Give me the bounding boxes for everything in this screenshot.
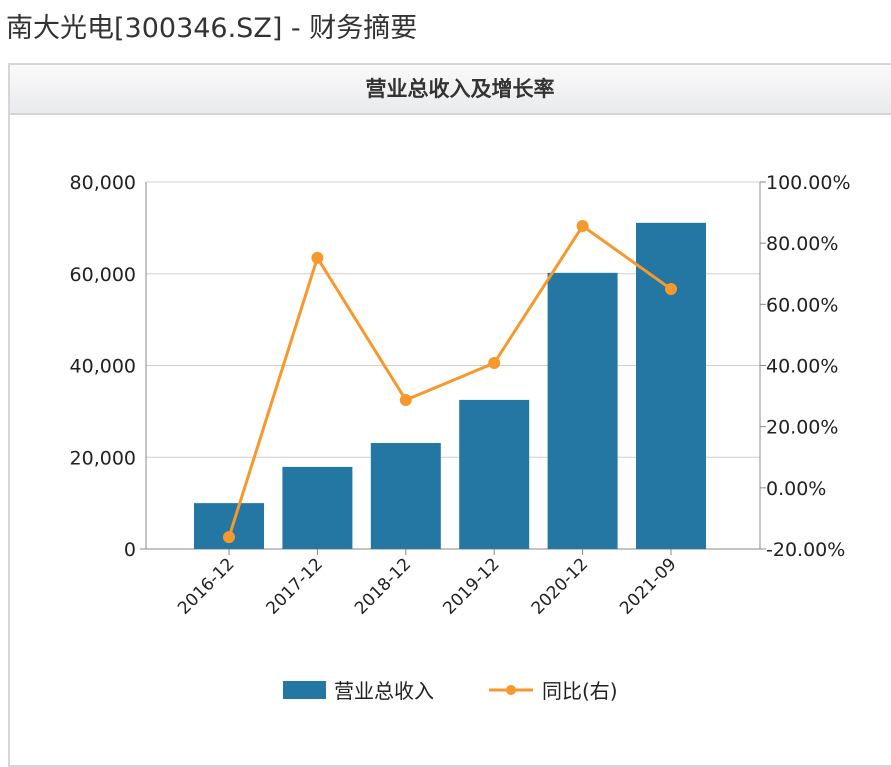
revenue-growth-chart: 0 20,000 40,000 60,000 80,000 -20.00% 0.00% 20.… (70, 172, 851, 703)
growth-point-2020-12 (576, 220, 589, 233)
bar-2019-12 (459, 399, 530, 549)
growth-point-2016-12 (223, 531, 235, 544)
x-axis-tick-label: 2021-09 (616, 554, 680, 618)
left-axis-tick-label: 80,000 (70, 172, 136, 194)
right-axis-tick-label: 20.00% (766, 417, 838, 439)
legend-bar-swatch (283, 681, 326, 699)
x-axis-tick-label: 2016-12 (174, 554, 238, 618)
right-axis-tick-label: 100.00% (766, 172, 851, 194)
right-axis-tick-label: 40.00% (766, 356, 838, 378)
bar-2017-12 (282, 466, 353, 549)
growth-point-2018-12 (399, 394, 412, 407)
bar-2020-12 (547, 272, 618, 549)
growth-point-2019-12 (488, 357, 501, 370)
x-axis-tick-label: 2017-12 (263, 554, 327, 618)
x-axis-tick-label: 2018-12 (351, 554, 415, 618)
growth-point-2021-09 (665, 283, 677, 296)
growth-point-2017-12 (311, 251, 324, 264)
right-axis-tick-label: 80.00% (766, 233, 838, 255)
left-axis-tick-label: 20,000 (70, 447, 136, 469)
right-axis-tick-label: 60.00% (766, 294, 838, 316)
left-axis-tick-label: 0 (124, 539, 136, 561)
bar-2018-12 (370, 443, 441, 549)
left-axis-tick-label: 60,000 (70, 264, 136, 286)
legend-bar-label: 营业总收入 (334, 679, 434, 703)
x-axis-tick-label: 2019-12 (439, 554, 503, 618)
right-axis-tick-label: -20.00% (766, 539, 845, 561)
legend-line-marker (506, 685, 516, 695)
left-axis-tick-label: 40,000 (70, 356, 136, 378)
right-axis-tick-label: 0.00% (766, 478, 826, 500)
legend-line-label: 同比(右) (542, 679, 618, 703)
x-axis-tick-label: 2020-12 (528, 554, 592, 618)
